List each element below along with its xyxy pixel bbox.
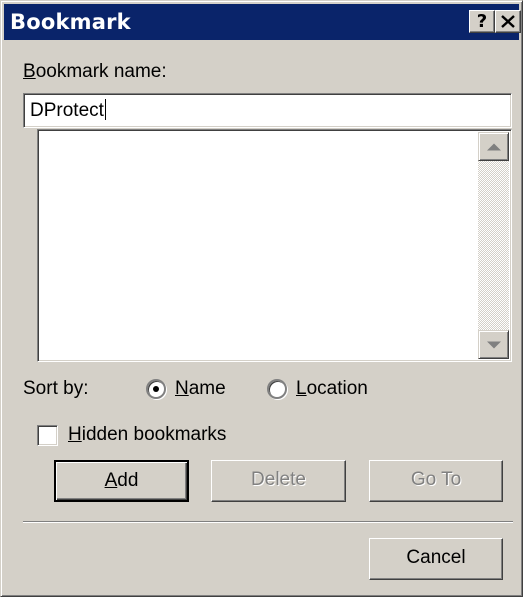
sort-name-radio[interactable] bbox=[146, 379, 166, 399]
add-label: dd bbox=[117, 470, 139, 491]
sort-name-label[interactable]: Name bbox=[175, 378, 226, 400]
scroll-up-icon bbox=[486, 143, 501, 150]
bookmark-list[interactable] bbox=[37, 129, 512, 362]
hidden-bookmarks-checkbox[interactable] bbox=[37, 425, 58, 446]
add-accel: A bbox=[104, 470, 118, 491]
hidden-bookmarks-label-text: idden bookmarks bbox=[81, 424, 227, 445]
hidden-bookmarks-accel: H bbox=[68, 424, 82, 445]
radio-selected-dot bbox=[153, 386, 159, 392]
sort-name-label-text: ame bbox=[188, 378, 226, 399]
title-bar[interactable]: Bookmark ? bbox=[4, 4, 521, 40]
scroll-down-icon bbox=[486, 341, 501, 348]
delete-button[interactable]: Delete bbox=[211, 460, 346, 502]
scroll-down-button[interactable] bbox=[478, 330, 509, 359]
text-caret bbox=[104, 99, 106, 120]
sort-by-label: Sort by: bbox=[23, 378, 89, 399]
help-button[interactable]: ? bbox=[469, 10, 495, 33]
bookmark-name-label: Bookmark name: bbox=[23, 61, 167, 83]
sort-location-accel: L bbox=[296, 378, 307, 399]
sort-location-radio[interactable] bbox=[267, 379, 287, 399]
add-button[interactable]: Add bbox=[54, 460, 189, 502]
vertical-scrollbar[interactable] bbox=[478, 132, 509, 359]
bookmark-name-input[interactable]: DProtect bbox=[23, 93, 512, 128]
separator-line bbox=[23, 521, 513, 523]
sort-location-label[interactable]: Location bbox=[296, 378, 368, 400]
scroll-up-button[interactable] bbox=[478, 132, 509, 161]
bookmark-name-accel: B bbox=[23, 61, 36, 82]
cancel-button[interactable]: Cancel bbox=[369, 538, 503, 580]
sort-location-label-text: ocation bbox=[306, 378, 368, 399]
close-button[interactable] bbox=[495, 10, 521, 33]
go-to-button[interactable]: Go To bbox=[369, 460, 503, 502]
bookmark-dialog: Bookmark ? Bookmark name: DProtect Sort … bbox=[0, 0, 523, 597]
hidden-bookmarks-label[interactable]: Hidden bookmarks bbox=[68, 424, 226, 446]
close-icon bbox=[501, 15, 515, 28]
dialog-title: Bookmark bbox=[10, 10, 131, 34]
bookmark-name-value: DProtect bbox=[30, 100, 104, 121]
sort-name-accel: N bbox=[175, 378, 189, 399]
bookmark-name-label-text: ookmark name: bbox=[35, 61, 167, 82]
